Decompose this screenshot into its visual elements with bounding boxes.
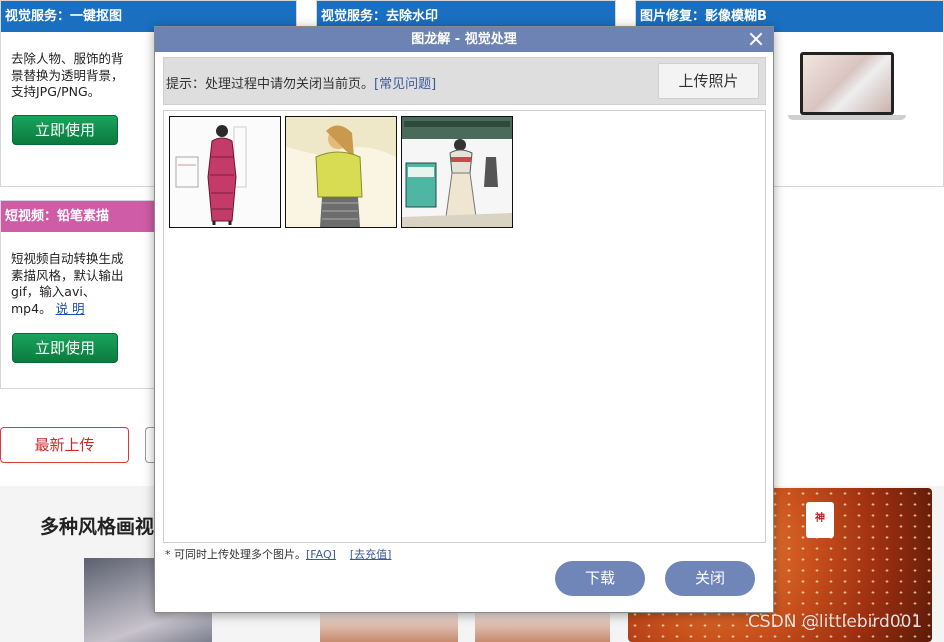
close-button[interactable]: 关闭 (665, 561, 755, 596)
csdn-watermark: CSDN @littlebird001 (748, 612, 923, 632)
tip-message: 提示：处理过程中请勿关闭当前页。 (166, 77, 375, 92)
laptop-preview-image (788, 52, 906, 120)
card-description: 短视频自动转换生成素描风格，默认输出gif，输入avi、mp4。 说 明 (1, 251, 136, 317)
close-icon[interactable] (747, 30, 765, 48)
result-thumbnail[interactable] (285, 116, 397, 228)
use-now-button[interactable]: 立即使用 (12, 333, 118, 363)
dialog-titlebar: 图龙解 - 视觉处理 (155, 27, 773, 52)
upload-photo-button[interactable]: 上传照片 (658, 63, 759, 99)
recharge-link[interactable]: [去充值] (350, 548, 392, 561)
explain-link[interactable]: 说 明 (56, 301, 85, 316)
result-thumbnail[interactable] (169, 116, 281, 228)
tip-bar: 提示：处理过程中请勿关闭当前页。[常见问题] 上传照片 (163, 57, 766, 105)
tip-text: 提示：处理过程中请勿关闭当前页。[常见问题] (166, 73, 436, 92)
section-title: 多种风格画视 (40, 516, 155, 538)
visual-processing-dialog: 图龙解 - 视觉处理 提示：处理过程中请勿关闭当前页。[常见问题] 上传照片 *… (154, 26, 774, 613)
use-now-button[interactable]: 立即使用 (12, 115, 118, 145)
download-button[interactable]: 下载 (555, 561, 645, 596)
faq-footnote-link[interactable]: [FAQ] (306, 548, 336, 561)
dialog-title: 图龙解 - 视觉处理 (411, 32, 517, 47)
latest-upload-button[interactable]: 最新上传 (0, 427, 129, 463)
faq-link[interactable]: [常见问题] (374, 77, 436, 92)
result-thumbnail[interactable] (401, 116, 513, 228)
red-seal-stamp: 神 (806, 502, 834, 538)
sketch-image (170, 117, 280, 227)
showcase-photo (320, 612, 458, 642)
image-work-area (163, 110, 766, 543)
showcase-photo (475, 612, 610, 642)
sketch-image (402, 117, 512, 227)
footnote: * 可同时上传处理多个图片。[FAQ] [去充值] (165, 546, 391, 562)
sketch-image (286, 117, 396, 227)
footnote-text: * 可同时上传处理多个图片。 (165, 548, 306, 561)
card-description: 去除人物、服饰的背景替换为透明背景，支持JPG/PNG。 (11, 51, 124, 99)
